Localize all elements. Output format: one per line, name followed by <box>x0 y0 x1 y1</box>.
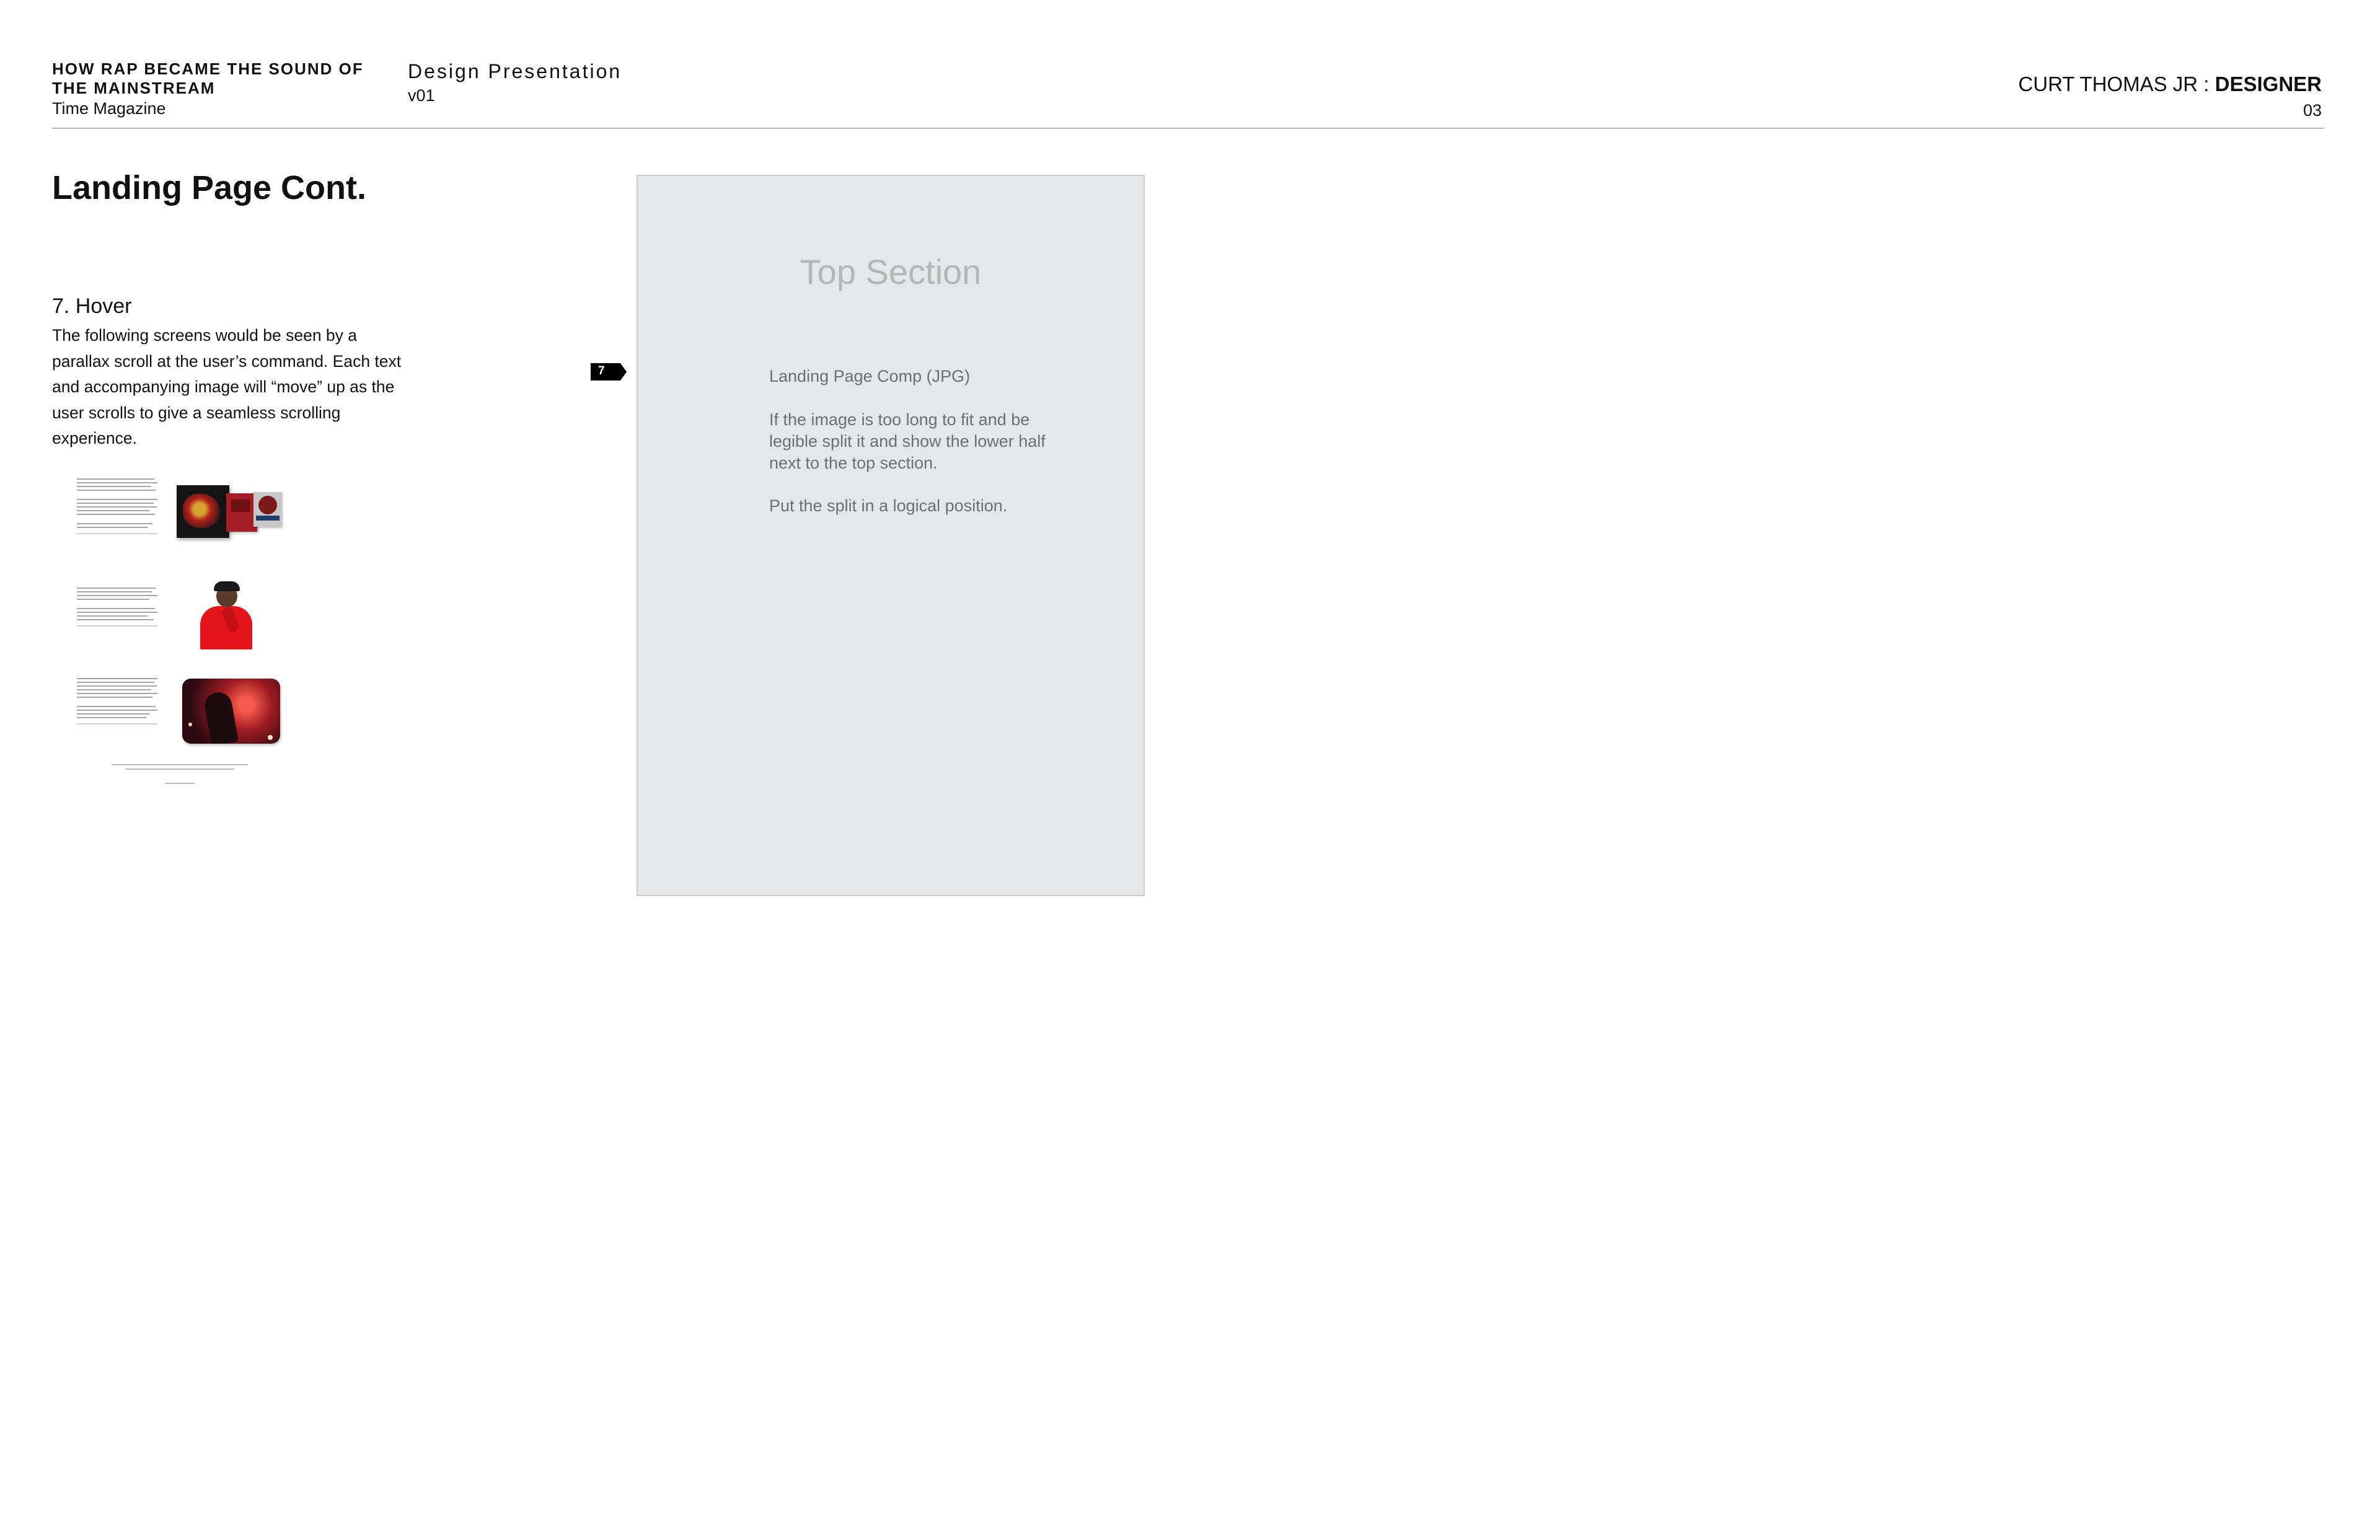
thumbnail-text-block-2 <box>77 587 157 627</box>
marker-tag-icon <box>591 363 627 381</box>
header-divider <box>52 128 2324 129</box>
album-covers-image <box>177 482 282 544</box>
step-title: 7. Hover <box>52 294 132 318</box>
rapper-red-hoodie-image <box>195 580 257 649</box>
document-type: Design Presentation <box>408 60 622 82</box>
note-split: Put the split in a logical position. <box>769 496 1008 515</box>
step-marker-label: 7 <box>598 364 605 377</box>
designer-name: CURT THOMAS JR <box>2018 73 2198 95</box>
page-number: 03 <box>2303 101 2322 120</box>
document-version: v01 <box>408 86 435 105</box>
concert-performer-image <box>182 679 280 744</box>
thumbnail-caption-lines <box>112 764 248 787</box>
comp-label: Landing Page Comp (JPG) <box>769 367 971 385</box>
project-title: HOW RAP BECAME THE SOUND OF THE MAINSTRE… <box>52 59 364 97</box>
step-marker: 7 <box>591 363 627 381</box>
thumbnail-text-block-3 <box>77 678 157 724</box>
designer-separator: : <box>2198 73 2215 95</box>
designer-credit: CURT THOMAS JR : DESIGNER <box>2018 73 2322 96</box>
designer-role: DESIGNER <box>2215 73 2322 95</box>
thumbnail-text-block-1 <box>77 478 157 534</box>
section-title: Landing Page Cont. <box>52 169 366 206</box>
panel-title: Top Section <box>800 252 982 291</box>
step-description: The following screens would be seen by a… <box>52 326 402 447</box>
client-name: Time Magazine <box>52 99 166 118</box>
top-section-wireframe: Top Section Landing Page Comp (JPG) If t… <box>637 175 1145 896</box>
note-fit: If the image is too long to fit and be l… <box>769 410 1046 472</box>
